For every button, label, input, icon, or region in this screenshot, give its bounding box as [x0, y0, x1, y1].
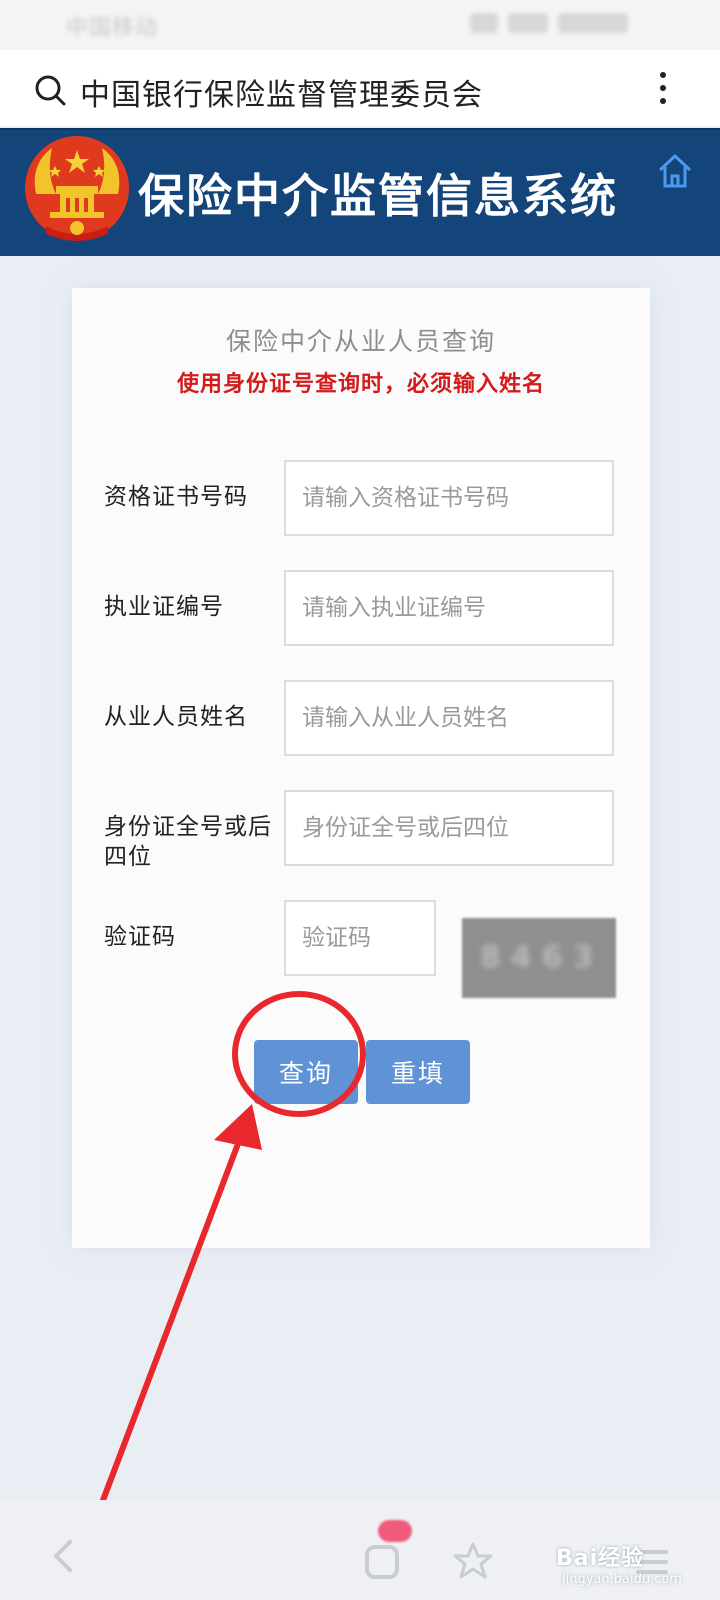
- status-bar: 中国移动: [0, 0, 720, 50]
- back-icon[interactable]: [48, 1538, 76, 1574]
- captcha-text: 8463: [480, 940, 604, 975]
- license-number-input[interactable]: [284, 570, 614, 646]
- practitioner-name-input[interactable]: [284, 680, 614, 756]
- id-number-input[interactable]: [284, 790, 614, 866]
- captcha-image[interactable]: 8463: [462, 918, 616, 998]
- tabs-icon[interactable]: [362, 1542, 402, 1582]
- form-title: 保险中介从业人员查询: [225, 327, 496, 356]
- practitioner-name-label: 从业人员姓名: [104, 704, 248, 730]
- status-icons: [460, 12, 660, 34]
- site-title[interactable]: 中国银行保险监督管理委员会: [80, 70, 483, 114]
- baidu-jingyan-watermark: Bai经验: [556, 1546, 645, 1571]
- home-icon[interactable]: [656, 152, 694, 190]
- query-button[interactable]: 查询: [254, 1040, 358, 1104]
- system-title: 保险中介监管信息系统: [138, 169, 618, 223]
- notification-badge: [378, 1520, 412, 1542]
- form-warning: 使用身份证号查询时，必须输入姓名: [176, 372, 545, 397]
- more-menu-icon[interactable]: [658, 72, 668, 108]
- captcha-input[interactable]: [284, 900, 436, 976]
- star-icon[interactable]: [452, 1540, 494, 1582]
- captcha-label: 验证码: [104, 924, 176, 950]
- national-emblem-icon: [25, 136, 129, 241]
- carrier-label: 中国移动: [66, 16, 159, 41]
- certificate-number-input[interactable]: [284, 460, 614, 536]
- watermark-url: jingyan.baidu.com: [562, 1572, 682, 1587]
- search-icon[interactable]: [34, 74, 66, 106]
- id-number-label: 身份证全号或后四位: [104, 814, 272, 870]
- license-number-label: 执业证编号: [104, 594, 224, 620]
- reset-button[interactable]: 重填: [366, 1040, 470, 1104]
- query-card: [72, 288, 650, 1248]
- certificate-number-label: 资格证书号码: [104, 484, 248, 510]
